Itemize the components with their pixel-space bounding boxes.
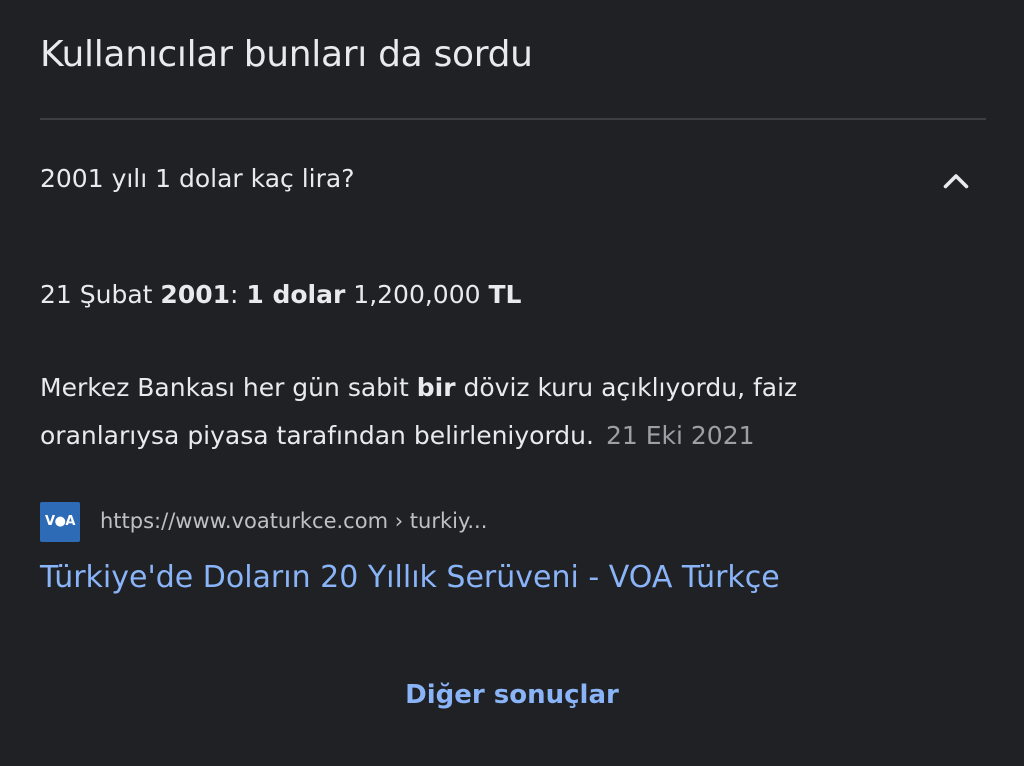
divider xyxy=(40,118,986,120)
question-toggle[interactable]: 2001 yılı 1 dolar kaç lira? xyxy=(0,140,1024,222)
para-bold: bir xyxy=(416,373,456,402)
voa-favicon-icon: V●A xyxy=(40,502,80,542)
answer-date-prefix: 21 Şubat xyxy=(40,280,161,309)
question-text: 2001 yılı 1 dolar kaç lira? xyxy=(40,164,355,193)
answer-paragraph: Merkez Bankası her gün sabit bir döviz k… xyxy=(40,364,940,460)
people-also-ask-panel: Kullanıcılar bunları da sordu 2001 yılı … xyxy=(0,0,1024,766)
chevron-up-icon[interactable] xyxy=(938,164,974,200)
more-results-row: Diğer sonuçlar xyxy=(0,680,1024,710)
source-info[interactable]: V●A https://www.voaturkce.com › turkiy..… xyxy=(40,502,640,542)
answer-colon: : xyxy=(230,280,247,309)
result-title-link[interactable]: Türkiye'de Doların 20 Yıllık Serüveni - … xyxy=(40,560,780,595)
source-url[interactable]: https://www.voaturkce.com › turkiy... xyxy=(100,509,487,533)
published-date: 21 Eki 2021 xyxy=(605,421,755,450)
answer-value: 1,200,000 xyxy=(345,280,489,309)
answer-amount-label: 1 dolar xyxy=(246,280,346,309)
para-text-1: Merkez Bankası her gün sabit xyxy=(40,373,417,402)
section-title: Kullanıcılar bunları da sordu xyxy=(40,34,533,75)
answer-currency: TL xyxy=(488,280,522,309)
answer-highlight: 21 Şubat 2001: 1 dolar 1,200,000 TL xyxy=(40,280,521,309)
more-results-button[interactable]: Diğer sonuçlar xyxy=(405,680,619,710)
answer-year: 2001 xyxy=(160,280,231,309)
